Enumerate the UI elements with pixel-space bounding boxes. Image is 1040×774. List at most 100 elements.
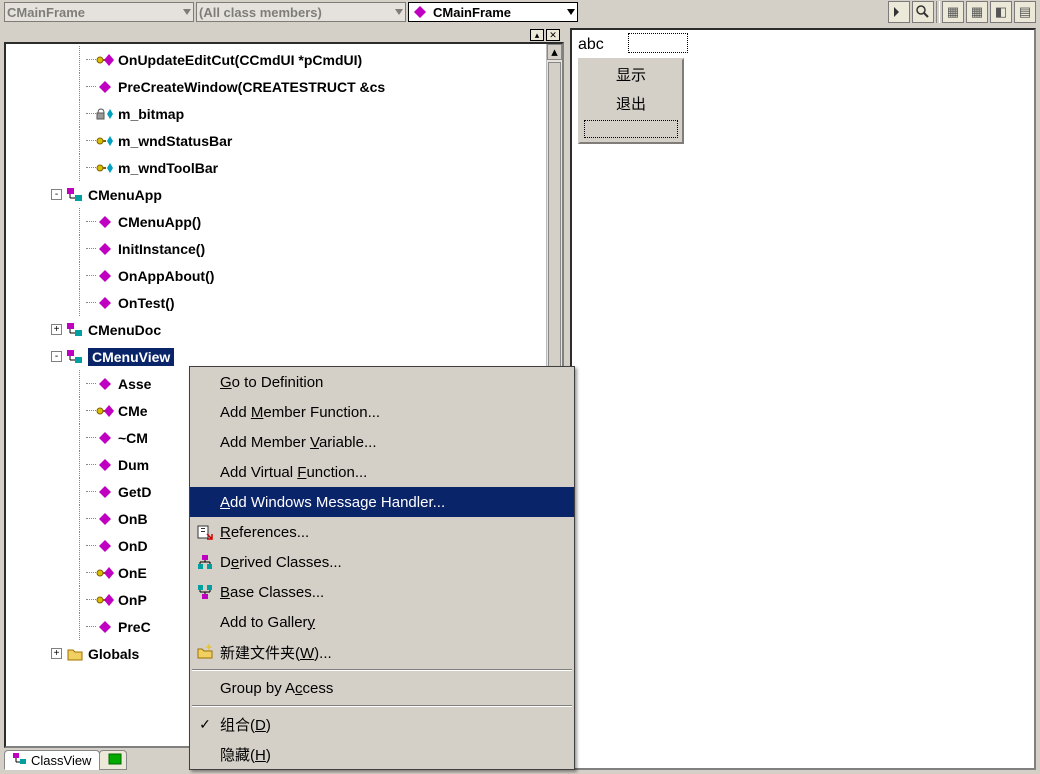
context-menu-item[interactable]: Add Windows Message Handler... [190, 487, 574, 517]
var-key-icon [96, 160, 114, 176]
context-menu-item[interactable]: Group by Access [190, 673, 574, 703]
context-menu-item[interactable]: 隐藏(H) [190, 739, 574, 769]
context-menu-item[interactable]: Base Classes... [190, 577, 574, 607]
right-pane: abc 显示 退出 [570, 28, 1036, 770]
tree-label[interactable]: InitInstance() [118, 241, 205, 257]
member-combo[interactable]: (All class members) [196, 2, 406, 22]
tree-label[interactable]: OnP [118, 592, 147, 608]
scroll-up-button[interactable]: ▴ [547, 44, 562, 60]
tree-label[interactable]: OnD [118, 538, 148, 554]
tree-label[interactable]: CMenuApp [88, 187, 162, 203]
method-icon [96, 79, 114, 95]
class-icon [66, 349, 84, 365]
context-menu-label: Add Virtual Function... [216, 464, 367, 481]
abc-label: abc [578, 36, 604, 54]
tree-label[interactable]: CMenuDoc [88, 322, 161, 338]
tree-label[interactable]: CMe [118, 403, 148, 419]
collapse-icon[interactable]: - [51, 189, 62, 200]
tree-label[interactable]: CMenuView [88, 348, 174, 366]
tree-row[interactable]: OnUpdateEditCut(CCmdUI *pCmdUI) [6, 46, 546, 73]
context-menu-label: Derived Classes... [216, 554, 342, 571]
method-key-icon [96, 592, 114, 608]
tree-label[interactable]: OnTest() [118, 295, 175, 311]
context-menu-item[interactable]: Add Virtual Function... [190, 457, 574, 487]
context-menu-item[interactable]: Add Member Function... [190, 397, 574, 427]
toolbar-button-a[interactable]: ▦ [942, 1, 964, 23]
tree-row[interactable]: OnAppAbout() [6, 262, 546, 289]
tree-row[interactable]: + CMenuDoc [6, 316, 546, 343]
context-menu-item[interactable]: ✓组合(D) [190, 709, 574, 739]
pane-restore-button[interactable]: ▴ [530, 29, 544, 41]
tree-row[interactable]: InitInstance() [6, 235, 546, 262]
drag-rect-2[interactable] [584, 120, 678, 138]
derived-icon [194, 554, 216, 570]
expand-icon[interactable]: + [51, 648, 62, 659]
class-combo[interactable]: CMainFrame [4, 2, 194, 22]
tree-label[interactable]: Dum [118, 457, 149, 473]
scroll-thumb[interactable] [548, 62, 561, 402]
tree-row[interactable]: m_wndStatusBar [6, 127, 546, 154]
context-menu-item[interactable]: Add to Gallery [190, 607, 574, 637]
tree-label[interactable]: m_wndToolBar [118, 160, 218, 176]
method-icon [96, 376, 114, 392]
function-combo[interactable]: CMainFrame [408, 2, 578, 22]
menu-preview-item-0[interactable]: 显示 [580, 60, 682, 89]
collapse-icon[interactable]: - [51, 351, 62, 362]
method-icon [96, 619, 114, 635]
tree-label[interactable]: OnE [118, 565, 147, 581]
tree-label[interactable]: OnAppAbout() [118, 268, 214, 284]
base-icon [194, 584, 216, 600]
method-icon [96, 511, 114, 527]
context-menu[interactable]: Go to DefinitionAdd Member Function...Ad… [189, 366, 575, 770]
classview-tab-label: ClassView [31, 753, 91, 768]
context-menu-label: Add Windows Message Handler... [216, 494, 445, 511]
toolbar-arrow-button[interactable] [888, 1, 910, 23]
tree-label[interactable]: m_wndStatusBar [118, 133, 232, 149]
tree-label[interactable]: PreCreateWindow(CREATESTRUCT &cs [118, 79, 385, 95]
class-icon [66, 187, 84, 203]
context-menu-separator [192, 705, 572, 707]
context-menu-item[interactable]: 新建文件夹(W)... [190, 637, 574, 667]
context-menu-item[interactable]: References... [190, 517, 574, 547]
tree-row[interactable]: CMenuApp() [6, 208, 546, 235]
other-tab[interactable] [99, 750, 127, 770]
toolbar-button-c[interactable]: ◧ [990, 1, 1012, 23]
context-menu-item[interactable]: Derived Classes... [190, 547, 574, 577]
method-icon [96, 538, 114, 554]
tree-row[interactable]: OnTest() [6, 289, 546, 316]
dropdown-arrow-icon [561, 9, 575, 15]
tree-label[interactable]: PreC [118, 619, 151, 635]
context-menu-item[interactable]: Add Member Variable... [190, 427, 574, 457]
tree-label[interactable]: GetD [118, 484, 151, 500]
expand-icon[interactable]: + [51, 324, 62, 335]
toolbar-magnify-button[interactable] [912, 1, 934, 23]
method-key-icon [96, 565, 114, 581]
tree-label[interactable]: OnB [118, 511, 148, 527]
menu-preview: 显示 退出 [578, 58, 684, 144]
tree-row[interactable]: m_bitmap [6, 100, 546, 127]
classview-tab[interactable]: ClassView [4, 750, 100, 770]
drag-rect-1[interactable] [628, 33, 688, 53]
tree-label[interactable]: Asse [118, 376, 151, 392]
tree-row[interactable]: m_wndToolBar [6, 154, 546, 181]
tree-label[interactable]: ~CM [118, 430, 148, 446]
tree-row[interactable]: PreCreateWindow(CREATESTRUCT &cs [6, 73, 546, 100]
class-icon [66, 322, 84, 338]
method-icon [96, 295, 114, 311]
classview-tab-icon [13, 753, 27, 768]
context-menu-label: Go to Definition [216, 374, 323, 391]
context-menu-separator [192, 669, 572, 671]
menu-preview-item-1[interactable]: 退出 [580, 89, 682, 118]
toolbar-button-b[interactable]: ▦ [966, 1, 988, 23]
tree-label[interactable]: m_bitmap [118, 106, 184, 122]
tree-label[interactable]: Globals [88, 646, 139, 662]
pane-close-button[interactable]: ✕ [546, 29, 560, 41]
context-menu-label: References... [216, 524, 309, 541]
tree-label[interactable]: OnUpdateEditCut(CCmdUI *pCmdUI) [118, 52, 362, 68]
tree-row[interactable]: - CMenuApp [6, 181, 546, 208]
method-key-icon [96, 403, 114, 419]
context-menu-item[interactable]: Go to Definition [190, 367, 574, 397]
method-icon [96, 430, 114, 446]
toolbar-button-d[interactable]: ▤ [1014, 1, 1036, 23]
tree-label[interactable]: CMenuApp() [118, 214, 201, 230]
